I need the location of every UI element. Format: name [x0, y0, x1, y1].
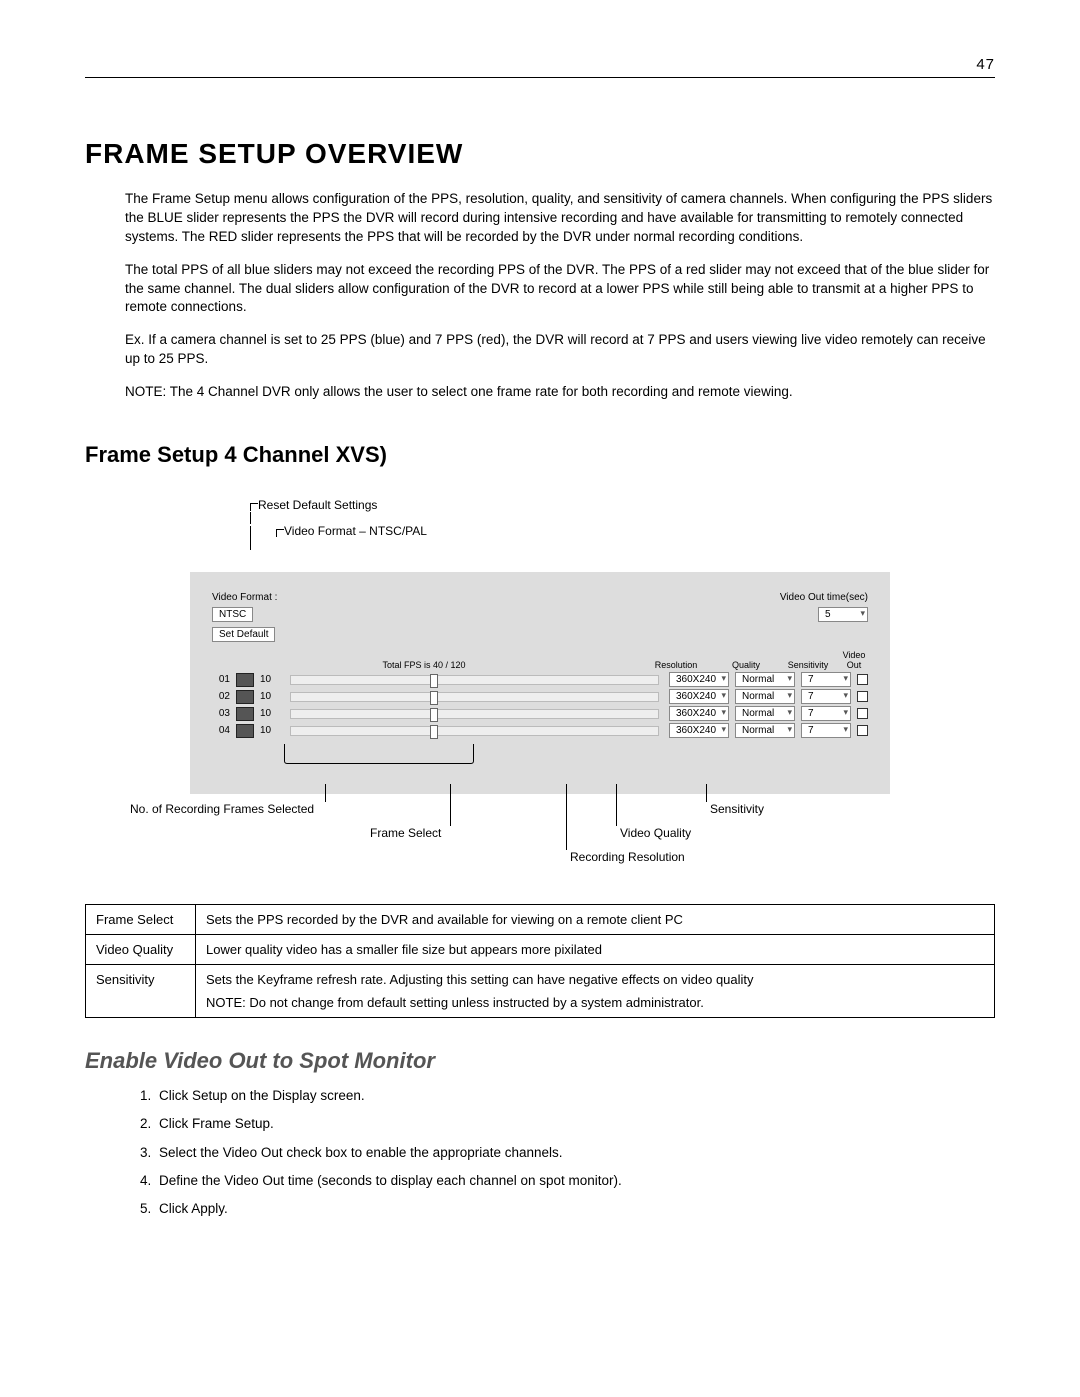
list-item: Click Frame Setup. — [155, 1114, 995, 1134]
callout-recording-resolution: Recording Resolution — [570, 850, 685, 864]
list-item: Click Setup on the Display screen. — [155, 1086, 995, 1106]
def-key: Sensitivity — [86, 965, 196, 1018]
fps-slider[interactable] — [290, 709, 659, 719]
video-out-time-select[interactable]: 5 — [818, 607, 868, 622]
channel-row-3: 03 10 360X240 Normal 7 — [212, 706, 868, 721]
channel-number: 04 — [212, 725, 230, 736]
enable-video-out-heading: Enable Video Out to Spot Monitor — [85, 1048, 995, 1074]
settings-panel: Video Format : Video Out time(sec) NTSC … — [190, 572, 890, 794]
header-rule: 47 — [85, 60, 995, 78]
sensitivity-select[interactable]: 7 — [801, 672, 851, 687]
ntsc-button[interactable]: NTSC — [212, 607, 253, 622]
channel-fps-value: 10 — [260, 725, 280, 736]
callout-video-format: Video Format – NTSC/PAL — [284, 524, 427, 538]
quality-select[interactable]: Normal — [735, 672, 795, 687]
channel-row-1: 01 10 360X240 Normal 7 — [212, 672, 868, 687]
intro-paragraph-3: Ex. If a camera channel is set to 25 PPS… — [85, 331, 995, 369]
camera-icon — [236, 724, 254, 738]
resolution-select[interactable]: 360X240 — [669, 689, 729, 704]
callout-video-quality: Video Quality — [620, 826, 691, 840]
total-fps-label: Total FPS is 40 / 120 — [212, 660, 636, 670]
list-item: Select the Video Out check box to enable… — [155, 1143, 995, 1163]
def-value: Sets the PPS recorded by the DVR and ava… — [196, 905, 995, 935]
def-value: Lower quality video has a smaller file s… — [196, 935, 995, 965]
table-row: Sensitivity Sets the Keyframe refresh ra… — [86, 965, 995, 1018]
steps-list: Click Setup on the Display screen. Click… — [85, 1086, 995, 1219]
set-default-button[interactable]: Set Default — [212, 627, 275, 642]
resolution-select[interactable]: 360X240 — [669, 706, 729, 721]
page-number: 47 — [976, 56, 995, 73]
channel-number: 03 — [212, 708, 230, 719]
col-video-out: Video Out — [840, 650, 868, 670]
col-sensitivity: Sensitivity — [786, 660, 830, 670]
subheading-frame-setup-4ch: Frame Setup 4 Channel XVS) — [85, 442, 995, 468]
col-quality: Quality — [716, 660, 776, 670]
channel-fps-value: 10 — [260, 691, 280, 702]
frame-setup-diagram: Reset Default Settings Video Format – NT… — [190, 498, 890, 874]
camera-icon — [236, 690, 254, 704]
channel-row-4: 04 10 360X240 Normal 7 — [212, 723, 868, 738]
quality-select[interactable]: Normal — [735, 723, 795, 738]
quality-select[interactable]: Normal — [735, 706, 795, 721]
video-out-checkbox[interactable] — [857, 725, 868, 736]
quality-select[interactable]: Normal — [735, 689, 795, 704]
page-title: FRAME SETUP OVERVIEW — [85, 138, 995, 170]
channel-fps-value: 10 — [260, 674, 280, 685]
channel-number: 01 — [212, 674, 230, 685]
callout-recording-frames: No. of Recording Frames Selected — [130, 802, 314, 816]
table-row: Frame Select Sets the PPS recorded by th… — [86, 905, 995, 935]
def-key: Frame Select — [86, 905, 196, 935]
list-item: Click Apply. — [155, 1199, 995, 1219]
sensitivity-select[interactable]: 7 — [801, 723, 851, 738]
resolution-select[interactable]: 360X240 — [669, 672, 729, 687]
video-format-label: Video Format : — [212, 592, 277, 603]
table-row: Video Quality Lower quality video has a … — [86, 935, 995, 965]
camera-icon — [236, 673, 254, 687]
channel-number: 02 — [212, 691, 230, 702]
def-value: Sets the Keyframe refresh rate. Adjustin… — [196, 965, 995, 1018]
video-out-checkbox[interactable] — [857, 674, 868, 685]
callout-reset-default: Reset Default Settings — [258, 498, 377, 512]
video-out-checkbox[interactable] — [857, 708, 868, 719]
channel-row-2: 02 10 360X240 Normal 7 — [212, 689, 868, 704]
sensitivity-select[interactable]: 7 — [801, 706, 851, 721]
intro-note: NOTE: The 4 Channel DVR only allows the … — [85, 383, 995, 402]
fps-slider[interactable] — [290, 692, 659, 702]
intro-paragraph-2: The total PPS of all blue sliders may no… — [85, 261, 995, 318]
definitions-table: Frame Select Sets the PPS recorded by th… — [85, 904, 995, 1018]
video-out-time-label: Video Out time(sec) — [780, 592, 868, 603]
sensitivity-select[interactable]: 7 — [801, 689, 851, 704]
intro-paragraph-1: The Frame Setup menu allows configuratio… — [85, 190, 995, 247]
callout-frame-select: Frame Select — [370, 826, 441, 840]
frame-select-brace — [284, 744, 474, 764]
def-key: Video Quality — [86, 935, 196, 965]
channel-fps-value: 10 — [260, 708, 280, 719]
resolution-select[interactable]: 360X240 — [669, 723, 729, 738]
fps-slider[interactable] — [290, 726, 659, 736]
camera-icon — [236, 707, 254, 721]
fps-slider[interactable] — [290, 675, 659, 685]
video-out-checkbox[interactable] — [857, 691, 868, 702]
callout-sensitivity: Sensitivity — [710, 802, 764, 816]
list-item: Define the Video Out time (seconds to di… — [155, 1171, 995, 1191]
col-resolution: Resolution — [646, 660, 706, 670]
